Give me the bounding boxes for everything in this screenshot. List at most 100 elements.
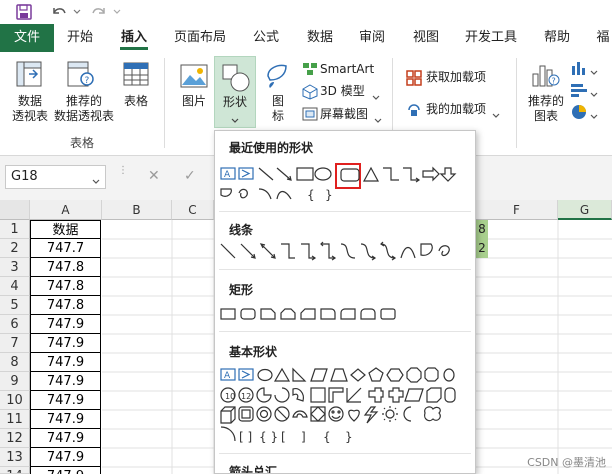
- tab-developer[interactable]: 开发工具: [458, 24, 524, 52]
- cell-a8[interactable]: 747.9: [30, 353, 101, 372]
- group-separator: [164, 58, 165, 148]
- svg-text:]: ]: [301, 430, 306, 444]
- save-icon[interactable]: [14, 2, 34, 22]
- tab-data[interactable]: 数据: [296, 24, 344, 52]
- cell-a10[interactable]: 747.9: [30, 391, 101, 410]
- row-header[interactable]: 4: [0, 277, 30, 296]
- column-header-g[interactable]: G: [558, 200, 612, 220]
- cell-a9[interactable]: 747.9: [30, 372, 101, 391]
- gallery-separator: [219, 269, 471, 270]
- bar-chart-icon[interactable]: [570, 82, 588, 101]
- row-header[interactable]: 1: [0, 220, 30, 239]
- pivot-table-icon: [15, 60, 43, 91]
- column-header-a[interactable]: A: [30, 200, 102, 220]
- get-addins-icon: [406, 70, 422, 89]
- my-addins-button[interactable]: 我的加载项: [426, 102, 486, 117]
- icons-icon: [264, 62, 290, 93]
- pictures-button[interactable]: 图片: [176, 94, 212, 109]
- watermark: CSDN @墨清池: [527, 456, 606, 469]
- basic-shapes-heading: 基本形状: [229, 345, 278, 359]
- quick-access-toolbar: [0, 0, 612, 24]
- row-header[interactable]: 10: [0, 391, 30, 410]
- models-3d-button[interactable]: 3D 模型: [320, 84, 365, 99]
- row-header[interactable]: 14: [0, 467, 30, 474]
- ribbon-tabs: 文件 开始 插入 页面布局 公式 数据 审阅 视图 开发工具 帮助 福: [0, 24, 612, 52]
- column-header-f[interactable]: F: [476, 200, 558, 220]
- smartart-icon: [302, 62, 318, 79]
- row-header[interactable]: 2: [0, 239, 30, 258]
- tab-more[interactable]: 福: [588, 24, 612, 52]
- tab-insert[interactable]: 插入: [110, 24, 158, 52]
- svg-text:}: }: [325, 188, 333, 202]
- name-box-value: G18: [11, 169, 38, 184]
- tab-formulas[interactable]: 公式: [242, 24, 290, 52]
- tab-view[interactable]: 视图: [402, 24, 450, 52]
- lines-shapes-row[interactable]: [219, 241, 469, 263]
- svg-text:{ }: { }: [259, 430, 278, 444]
- cell-a2[interactable]: 747.7: [30, 239, 101, 258]
- row-header[interactable]: 13: [0, 448, 30, 467]
- redo-icon[interactable]: [88, 2, 110, 22]
- select-all-corner[interactable]: [0, 200, 30, 220]
- svg-text:?: ?: [552, 77, 556, 86]
- svg-text:{: {: [323, 430, 331, 444]
- tab-home[interactable]: 开始: [56, 24, 104, 52]
- shapes-label: 形状: [222, 95, 247, 109]
- row-header[interactable]: 11: [0, 410, 30, 429]
- tab-file[interactable]: 文件: [0, 24, 54, 52]
- row-header[interactable]: 3: [0, 258, 30, 277]
- cell-a5[interactable]: 747.8: [30, 296, 101, 315]
- shapes-dropdown-icon: [231, 113, 239, 127]
- get-addins-button[interactable]: 获取加载项: [426, 70, 486, 85]
- basic-shapes-grid[interactable]: A 10 12 [] {} [] {}: [219, 367, 469, 449]
- shapes-button[interactable]: 形状: [214, 56, 256, 128]
- icons-button[interactable]: 图 标: [268, 94, 288, 124]
- lines-heading: 线条: [229, 223, 254, 237]
- rectangles-shapes-row[interactable]: [219, 307, 469, 323]
- column-header-b[interactable]: B: [102, 200, 172, 220]
- cell-a13[interactable]: 747.9: [30, 448, 101, 467]
- cancel-icon[interactable]: ✕: [148, 168, 160, 184]
- row-header[interactable]: 7: [0, 334, 30, 353]
- cell-a14[interactable]: 747.9: [30, 467, 101, 474]
- partial-cell-value[interactable]: 2: [476, 239, 488, 258]
- column-header-c[interactable]: C: [172, 200, 214, 220]
- column-chart-icon[interactable]: [570, 60, 588, 79]
- recent-shapes-row[interactable]: A { }: [219, 165, 469, 205]
- partial-cell-value[interactable]: 8: [476, 220, 488, 239]
- cell-a11[interactable]: 747.9: [30, 410, 101, 429]
- smartart-button[interactable]: SmartArt: [320, 62, 374, 77]
- shapes-gallery: 最近使用的形状 A { } 线条 矩形 基本形状 A 10 12 [] {}…: [214, 130, 476, 474]
- name-box[interactable]: G18: [5, 165, 106, 189]
- tab-review[interactable]: 审阅: [348, 24, 396, 52]
- svg-text:?: ?: [85, 76, 90, 86]
- table-icon: [122, 60, 150, 91]
- table-button[interactable]: 表格: [118, 94, 154, 109]
- row-header[interactable]: 6: [0, 315, 30, 334]
- confirm-icon[interactable]: ✓: [184, 168, 196, 184]
- row-header[interactable]: 5: [0, 296, 30, 315]
- row-header[interactable]: 8: [0, 353, 30, 372]
- cell-a4[interactable]: 747.8: [30, 277, 101, 296]
- pie-chart-icon[interactable]: [570, 104, 588, 123]
- svg-text:10: 10: [225, 392, 235, 401]
- screenshot-button[interactable]: 屏幕截图: [320, 107, 368, 122]
- undo-icon[interactable]: [48, 2, 70, 22]
- redo-dropdown-icon[interactable]: [112, 2, 122, 22]
- cell-a6[interactable]: 747.9: [30, 315, 101, 334]
- undo-dropdown-icon[interactable]: [72, 2, 82, 22]
- cell-a1[interactable]: 数据: [30, 220, 101, 239]
- svg-text:{: {: [307, 188, 315, 202]
- cell-a3[interactable]: 747.8: [30, 258, 101, 277]
- recommended-pivot-button[interactable]: 推荐的 数据透视表: [54, 94, 114, 124]
- name-box-dropdown-icon[interactable]: [92, 174, 100, 188]
- cell-a12[interactable]: 747.9: [30, 429, 101, 448]
- recommended-charts-button[interactable]: 推荐的 图表: [524, 94, 568, 124]
- tab-page-layout[interactable]: 页面布局: [164, 24, 236, 52]
- row-header[interactable]: 12: [0, 429, 30, 448]
- cell-a7[interactable]: 747.9: [30, 334, 101, 353]
- pivot-table-button[interactable]: 数据 透视表: [6, 94, 54, 124]
- more-dots-icon: ⋮: [118, 165, 128, 176]
- tab-help[interactable]: 帮助: [534, 24, 580, 52]
- row-header[interactable]: 9: [0, 372, 30, 391]
